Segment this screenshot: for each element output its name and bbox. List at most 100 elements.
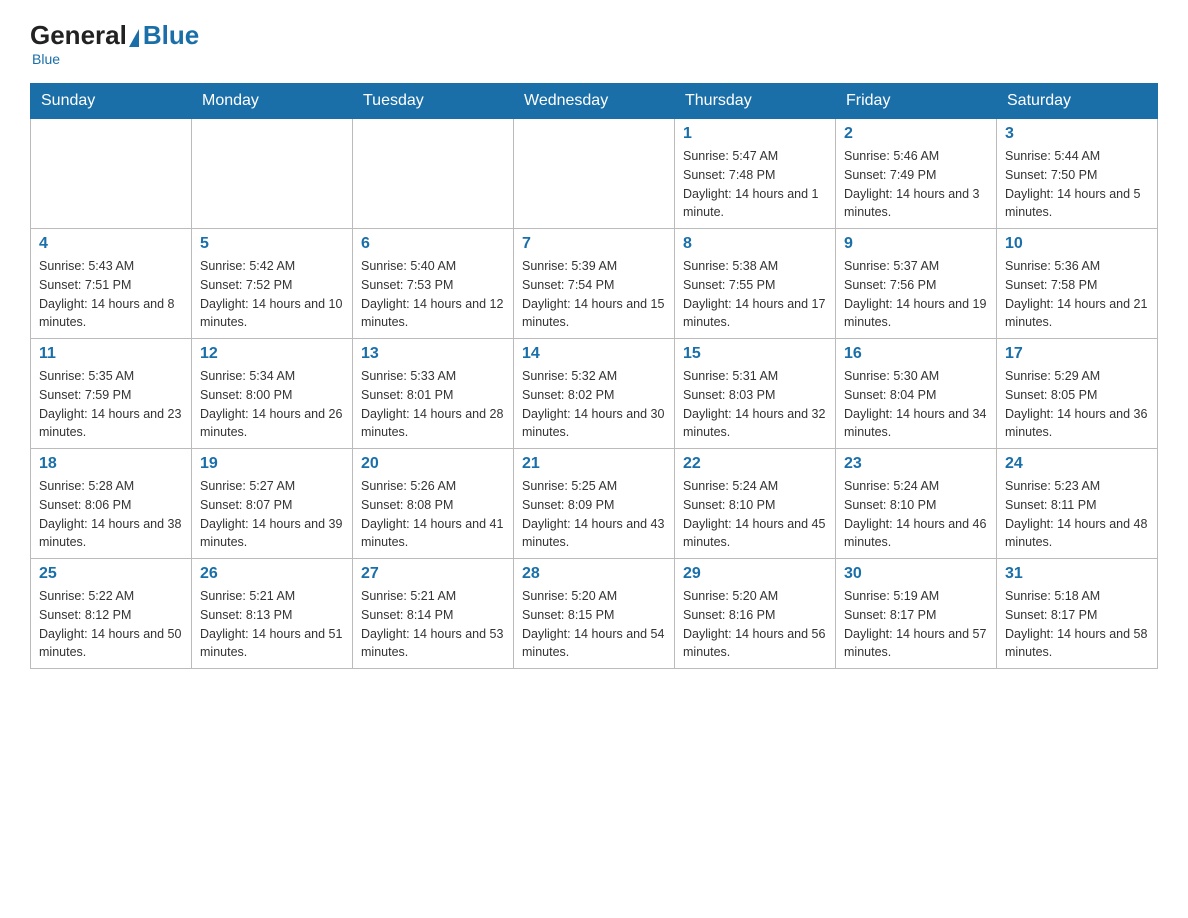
- calendar-cell: 27 Sunrise: 5:21 AM Sunset: 8:14 PM Dayli…: [353, 559, 514, 669]
- weekday-header-saturday: Saturday: [997, 84, 1158, 119]
- day-number: 30: [844, 565, 988, 583]
- day-number: 22: [683, 455, 827, 473]
- day-info: Sunrise: 5:36 AM Sunset: 7:58 PM Dayligh…: [1005, 257, 1149, 332]
- day-number: 23: [844, 455, 988, 473]
- weekday-header-tuesday: Tuesday: [353, 84, 514, 119]
- calendar-cell: [353, 119, 514, 229]
- day-info: Sunrise: 5:28 AM Sunset: 8:06 PM Dayligh…: [39, 477, 183, 552]
- day-info: Sunrise: 5:44 AM Sunset: 7:50 PM Dayligh…: [1005, 147, 1149, 222]
- day-number: 24: [1005, 455, 1149, 473]
- day-info: Sunrise: 5:34 AM Sunset: 8:00 PM Dayligh…: [200, 367, 344, 442]
- logo-blue-text: Blue: [143, 20, 199, 51]
- calendar-cell: 13 Sunrise: 5:33 AM Sunset: 8:01 PM Dayli…: [353, 339, 514, 449]
- day-info: Sunrise: 5:46 AM Sunset: 7:49 PM Dayligh…: [844, 147, 988, 222]
- calendar-cell: 11 Sunrise: 5:35 AM Sunset: 7:59 PM Dayli…: [31, 339, 192, 449]
- day-number: 6: [361, 235, 505, 253]
- day-info: Sunrise: 5:24 AM Sunset: 8:10 PM Dayligh…: [844, 477, 988, 552]
- calendar-cell: 12 Sunrise: 5:34 AM Sunset: 8:00 PM Dayli…: [192, 339, 353, 449]
- day-number: 8: [683, 235, 827, 253]
- day-number: 17: [1005, 345, 1149, 363]
- calendar-cell: 6 Sunrise: 5:40 AM Sunset: 7:53 PM Daylig…: [353, 229, 514, 339]
- day-number: 10: [1005, 235, 1149, 253]
- calendar-cell: 15 Sunrise: 5:31 AM Sunset: 8:03 PM Dayli…: [675, 339, 836, 449]
- day-info: Sunrise: 5:40 AM Sunset: 7:53 PM Dayligh…: [361, 257, 505, 332]
- day-number: 15: [683, 345, 827, 363]
- calendar-cell: 23 Sunrise: 5:24 AM Sunset: 8:10 PM Dayli…: [836, 449, 997, 559]
- day-number: 31: [1005, 565, 1149, 583]
- day-info: Sunrise: 5:29 AM Sunset: 8:05 PM Dayligh…: [1005, 367, 1149, 442]
- day-info: Sunrise: 5:35 AM Sunset: 7:59 PM Dayligh…: [39, 367, 183, 442]
- calendar-cell: 28 Sunrise: 5:20 AM Sunset: 8:15 PM Dayli…: [514, 559, 675, 669]
- logo-general-text: General: [30, 20, 127, 51]
- day-info: Sunrise: 5:38 AM Sunset: 7:55 PM Dayligh…: [683, 257, 827, 332]
- day-info: Sunrise: 5:24 AM Sunset: 8:10 PM Dayligh…: [683, 477, 827, 552]
- logo-text: General Blue: [30, 20, 199, 51]
- week-row-1: 1Sunrise: 5:47 AM Sunset: 7:48 PM Daylig…: [31, 119, 1158, 229]
- day-info: Sunrise: 5:26 AM Sunset: 8:08 PM Dayligh…: [361, 477, 505, 552]
- day-number: 2: [844, 125, 988, 143]
- day-number: 14: [522, 345, 666, 363]
- calendar-cell: 4Sunrise: 5:43 AM Sunset: 7:51 PM Daylig…: [31, 229, 192, 339]
- week-row-5: 25 Sunrise: 5:22 AM Sunset: 8:12 PM Dayli…: [31, 559, 1158, 669]
- day-info: Sunrise: 5:21 AM Sunset: 8:14 PM Dayligh…: [361, 587, 505, 662]
- day-info: Sunrise: 5:30 AM Sunset: 8:04 PM Dayligh…: [844, 367, 988, 442]
- day-number: 27: [361, 565, 505, 583]
- calendar-cell: 20Sunrise: 5:26 AM Sunset: 8:08 PM Dayli…: [353, 449, 514, 559]
- calendar-cell: 26 Sunrise: 5:21 AM Sunset: 8:13 PM Dayli…: [192, 559, 353, 669]
- day-number: 28: [522, 565, 666, 583]
- day-info: Sunrise: 5:25 AM Sunset: 8:09 PM Dayligh…: [522, 477, 666, 552]
- calendar-cell: 7 Sunrise: 5:39 AM Sunset: 7:54 PM Daylig…: [514, 229, 675, 339]
- day-number: 11: [39, 345, 183, 363]
- day-info: Sunrise: 5:32 AM Sunset: 8:02 PM Dayligh…: [522, 367, 666, 442]
- day-info: Sunrise: 5:33 AM Sunset: 8:01 PM Dayligh…: [361, 367, 505, 442]
- day-number: 26: [200, 565, 344, 583]
- week-row-3: 11 Sunrise: 5:35 AM Sunset: 7:59 PM Dayli…: [31, 339, 1158, 449]
- day-info: Sunrise: 5:18 AM Sunset: 8:17 PM Dayligh…: [1005, 587, 1149, 662]
- calendar-cell: 31 Sunrise: 5:18 AM Sunset: 8:17 PM Dayli…: [997, 559, 1158, 669]
- weekday-header-monday: Monday: [192, 84, 353, 119]
- week-row-4: 18 Sunrise: 5:28 AM Sunset: 8:06 PM Dayli…: [31, 449, 1158, 559]
- calendar-cell: 9 Sunrise: 5:37 AM Sunset: 7:56 PM Daylig…: [836, 229, 997, 339]
- calendar-cell: [514, 119, 675, 229]
- calendar-cell: 2 Sunrise: 5:46 AM Sunset: 7:49 PM Daylig…: [836, 119, 997, 229]
- day-info: Sunrise: 5:22 AM Sunset: 8:12 PM Dayligh…: [39, 587, 183, 662]
- logo: General Blue Blue: [30, 20, 199, 67]
- logo-triangle-icon: [129, 29, 139, 47]
- day-number: 7: [522, 235, 666, 253]
- day-info: Sunrise: 5:20 AM Sunset: 8:15 PM Dayligh…: [522, 587, 666, 662]
- day-info: Sunrise: 5:37 AM Sunset: 7:56 PM Dayligh…: [844, 257, 988, 332]
- day-info: Sunrise: 5:27 AM Sunset: 8:07 PM Dayligh…: [200, 477, 344, 552]
- day-info: Sunrise: 5:21 AM Sunset: 8:13 PM Dayligh…: [200, 587, 344, 662]
- calendar-cell: 14 Sunrise: 5:32 AM Sunset: 8:02 PM Dayli…: [514, 339, 675, 449]
- calendar-cell: 21 Sunrise: 5:25 AM Sunset: 8:09 PM Dayli…: [514, 449, 675, 559]
- day-number: 1: [683, 125, 827, 143]
- weekday-header-row: SundayMondayTuesdayWednesdayThursdayFrid…: [31, 84, 1158, 119]
- day-info: Sunrise: 5:43 AM Sunset: 7:51 PM Dayligh…: [39, 257, 183, 332]
- day-number: 13: [361, 345, 505, 363]
- calendar-cell: 24Sunrise: 5:23 AM Sunset: 8:11 PM Dayli…: [997, 449, 1158, 559]
- weekday-header-wednesday: Wednesday: [514, 84, 675, 119]
- calendar-cell: 29 Sunrise: 5:20 AM Sunset: 8:16 PM Dayli…: [675, 559, 836, 669]
- day-number: 25: [39, 565, 183, 583]
- day-info: Sunrise: 5:20 AM Sunset: 8:16 PM Dayligh…: [683, 587, 827, 662]
- weekday-header-sunday: Sunday: [31, 84, 192, 119]
- day-number: 18: [39, 455, 183, 473]
- day-info: Sunrise: 5:39 AM Sunset: 7:54 PM Dayligh…: [522, 257, 666, 332]
- calendar-cell: 5Sunrise: 5:42 AM Sunset: 7:52 PM Daylig…: [192, 229, 353, 339]
- header-area: General Blue Blue: [30, 20, 1158, 67]
- calendar-cell: 8 Sunrise: 5:38 AM Sunset: 7:55 PM Daylig…: [675, 229, 836, 339]
- day-info: Sunrise: 5:31 AM Sunset: 8:03 PM Dayligh…: [683, 367, 827, 442]
- calendar-cell: 10 Sunrise: 5:36 AM Sunset: 7:58 PM Dayli…: [997, 229, 1158, 339]
- day-number: 12: [200, 345, 344, 363]
- day-number: 9: [844, 235, 988, 253]
- calendar-cell: 18 Sunrise: 5:28 AM Sunset: 8:06 PM Dayli…: [31, 449, 192, 559]
- calendar-cell: 30Sunrise: 5:19 AM Sunset: 8:17 PM Dayli…: [836, 559, 997, 669]
- calendar: SundayMondayTuesdayWednesdayThursdayFrid…: [30, 83, 1158, 669]
- logo-tagline: Blue: [32, 51, 60, 67]
- weekday-header-thursday: Thursday: [675, 84, 836, 119]
- calendar-cell: 22 Sunrise: 5:24 AM Sunset: 8:10 PM Dayli…: [675, 449, 836, 559]
- day-number: 21: [522, 455, 666, 473]
- calendar-cell: [31, 119, 192, 229]
- calendar-cell: 16Sunrise: 5:30 AM Sunset: 8:04 PM Dayli…: [836, 339, 997, 449]
- day-number: 29: [683, 565, 827, 583]
